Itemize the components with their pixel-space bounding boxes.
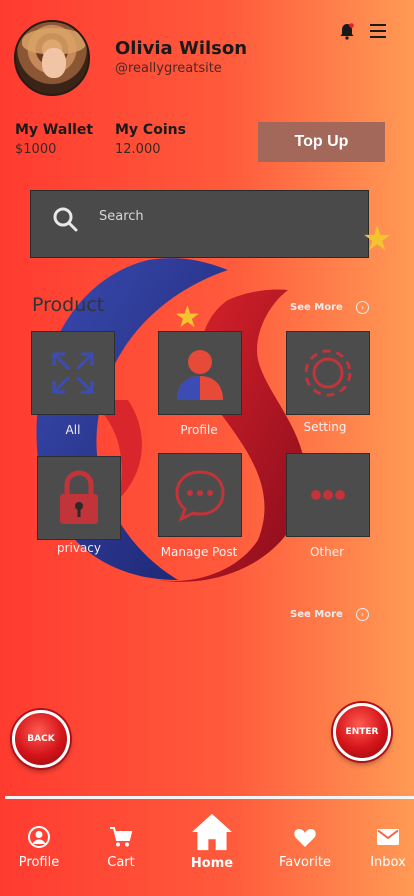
nav-label-favorite: Favorite [279, 855, 331, 870]
nav-item-inbox[interactable]: Inbox [351, 826, 414, 870]
more-dots-icon [311, 490, 345, 500]
tile-label-privacy: privacy [56, 541, 102, 555]
wallet-label: My Wallet [15, 122, 94, 138]
user-circle-icon [28, 826, 50, 848]
see-more-arrow-icon[interactable]: › [356, 608, 369, 621]
see-more-link[interactable]: See More [290, 609, 343, 620]
search-icon [53, 207, 78, 232]
tile-all[interactable] [31, 331, 115, 415]
coins-value: 12.000 [115, 142, 161, 157]
expand-arrows-icon [52, 352, 94, 394]
nav-label-cart: Cart [107, 855, 135, 870]
back-button[interactable]: BACK [12, 710, 70, 768]
top-up-button[interactable]: Top Up [258, 122, 385, 162]
nav-item-cart[interactable]: Cart [84, 826, 158, 870]
hamburger-menu-icon[interactable] [370, 24, 386, 38]
nav-item-profile[interactable]: Profile [2, 826, 76, 870]
heart-icon [294, 829, 316, 847]
search-placeholder: Search [99, 209, 144, 224]
tile-privacy[interactable] [37, 456, 121, 540]
enter-button[interactable]: ENTER [333, 703, 391, 761]
coins-label: My Coins [115, 122, 186, 138]
tile-label-other: Other [309, 545, 345, 559]
star-icon: ★ [362, 219, 393, 259]
nav-divider [5, 796, 414, 799]
tile-label-all: All [65, 423, 81, 437]
person-icon [177, 350, 223, 400]
tile-other[interactable] [286, 453, 370, 537]
cart-icon [110, 827, 133, 847]
product-section-title: Product [32, 294, 105, 316]
chat-bubble-icon [175, 470, 225, 523]
nav-item-favorite[interactable]: Favorite [268, 826, 342, 870]
see-more-link[interactable]: See More [290, 302, 343, 313]
tile-profile[interactable] [158, 331, 242, 415]
envelope-icon [377, 829, 399, 845]
user-name: Olivia Wilson [115, 38, 248, 59]
tile-label-setting: Setting [303, 420, 347, 434]
nav-label-inbox: Inbox [370, 855, 406, 870]
nav-label-profile: Profile [18, 855, 60, 870]
tile-label-manage-post: Manage Post [160, 545, 238, 559]
nav-label-home: Home [190, 856, 234, 871]
tile-setting[interactable] [286, 331, 370, 415]
see-more-arrow-icon[interactable]: › [356, 301, 369, 314]
star-icon: ★ [174, 300, 201, 335]
home-icon [192, 813, 232, 851]
nav-item-home[interactable]: Home [175, 812, 249, 871]
wallet-value: $1000 [15, 142, 57, 157]
gear-icon [304, 349, 352, 397]
notification-bell-icon[interactable] [338, 22, 356, 40]
search-input[interactable] [30, 190, 369, 258]
avatar[interactable] [14, 20, 90, 96]
tile-manage-post[interactable] [158, 453, 242, 537]
tile-label-profile: Profile [180, 423, 218, 437]
lock-icon [60, 470, 98, 524]
user-handle: @reallygreatsite [115, 61, 222, 76]
